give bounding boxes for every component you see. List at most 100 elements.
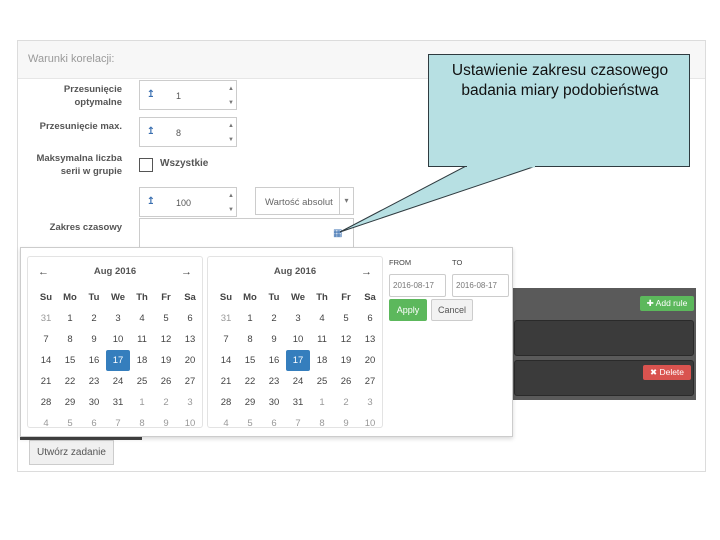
calendar-day[interactable]: 9: [334, 413, 358, 434]
calendar-day[interactable]: 21: [34, 371, 58, 392]
to-date-input[interactable]: 2016-08-17: [452, 274, 509, 297]
chevron-down-icon[interactable]: ▾: [339, 188, 353, 214]
calendar-day[interactable]: 9: [262, 329, 286, 350]
calendar-day[interactable]: 6: [178, 308, 202, 329]
calendar-day[interactable]: 3: [358, 392, 382, 413]
calendar-day[interactable]: 13: [178, 329, 202, 350]
calendar-day[interactable]: 5: [154, 308, 178, 329]
next-month-icon[interactable]: →: [361, 266, 372, 278]
arrow-up-icon[interactable]: ↥: [144, 89, 158, 100]
calendar-day[interactable]: 31: [106, 392, 130, 413]
calendar-day[interactable]: 20: [178, 350, 202, 371]
calendar-day[interactable]: 1: [238, 308, 262, 329]
calendar-day[interactable]: 2: [334, 392, 358, 413]
spin-up-icon[interactable]: ▲: [228, 122, 234, 131]
calendar-day[interactable]: 3: [178, 392, 202, 413]
calendar-day[interactable]: 21: [214, 371, 238, 392]
calendar-day[interactable]: 10: [286, 329, 310, 350]
calendar-day[interactable]: 6: [358, 308, 382, 329]
calendar-day[interactable]: 1: [130, 392, 154, 413]
all-series-checkbox[interactable]: [139, 158, 153, 172]
calendar-day[interactable]: 4: [34, 413, 58, 434]
calendar-day[interactable]: 12: [154, 329, 178, 350]
calendar-day[interactable]: 29: [238, 392, 262, 413]
offset-optimal-input[interactable]: ↥ 1 ▲ ▼: [139, 80, 237, 110]
calendar-day[interactable]: 18: [130, 350, 154, 371]
delete-rule-button[interactable]: ✖ Delete: [643, 365, 691, 380]
calendar-day[interactable]: 25: [130, 371, 154, 392]
calendar-day[interactable]: 20: [358, 350, 382, 371]
calendar-day[interactable]: 11: [310, 329, 334, 350]
calendar-day[interactable]: 26: [334, 371, 358, 392]
calendar-day[interactable]: 27: [178, 371, 202, 392]
calendar-day[interactable]: 22: [238, 371, 262, 392]
calendar-day[interactable]: 31: [34, 308, 58, 329]
value-type-select[interactable]: Wartość absolut ▾: [255, 187, 354, 215]
calendar-day[interactable]: 2: [82, 308, 106, 329]
calendar-day[interactable]: 4: [130, 308, 154, 329]
calendar-day[interactable]: 6: [262, 413, 286, 434]
calendar-day[interactable]: 3: [106, 308, 130, 329]
calendar-day[interactable]: 23: [262, 371, 286, 392]
date-range-input[interactable]: [139, 218, 354, 248]
calendar-day[interactable]: 10: [358, 413, 382, 434]
calendar-day[interactable]: 15: [58, 350, 82, 371]
calendar-day[interactable]: 7: [34, 329, 58, 350]
calendar-day[interactable]: 9: [154, 413, 178, 434]
calendar-day[interactable]: 3: [286, 308, 310, 329]
calendar-day[interactable]: 1: [310, 392, 334, 413]
spin-down-icon[interactable]: ▼: [228, 206, 234, 215]
calendar-day[interactable]: 8: [238, 329, 262, 350]
calendar-day[interactable]: 17: [286, 350, 310, 371]
calendar-day[interactable]: 14: [214, 350, 238, 371]
offset-max-input[interactable]: ↥ 8 ▲ ▼: [139, 117, 237, 147]
spin-up-icon[interactable]: ▲: [228, 85, 234, 94]
calendar-day[interactable]: 4: [310, 308, 334, 329]
create-task-button[interactable]: Utwórz zadanie: [29, 440, 114, 465]
calendar-day[interactable]: 19: [154, 350, 178, 371]
calendar-day[interactable]: 25: [310, 371, 334, 392]
calendar-day[interactable]: 30: [262, 392, 286, 413]
calendar-day[interactable]: 28: [214, 392, 238, 413]
calendar-day[interactable]: 2: [262, 308, 286, 329]
series-count-input[interactable]: ↥ 100 ▲ ▼: [139, 187, 237, 217]
calendar-day[interactable]: 19: [334, 350, 358, 371]
calendar-day[interactable]: 26: [154, 371, 178, 392]
calendar-day[interactable]: 16: [262, 350, 286, 371]
calendar-day[interactable]: 24: [286, 371, 310, 392]
calendar-day[interactable]: 18: [310, 350, 334, 371]
calendar-day[interactable]: 27: [358, 371, 382, 392]
calendar-icon[interactable]: ▦: [333, 228, 342, 239]
calendar-day[interactable]: 9: [82, 329, 106, 350]
calendar-day[interactable]: 5: [238, 413, 262, 434]
calendar-day[interactable]: 31: [214, 308, 238, 329]
calendar-day[interactable]: 11: [130, 329, 154, 350]
calendar-day[interactable]: 29: [58, 392, 82, 413]
calendar-day[interactable]: 6: [82, 413, 106, 434]
calendar-day[interactable]: 4: [214, 413, 238, 434]
calendar-day[interactable]: 13: [358, 329, 382, 350]
from-date-input[interactable]: 2016-08-17: [389, 274, 446, 297]
calendar-day[interactable]: 15: [238, 350, 262, 371]
spin-down-icon[interactable]: ▼: [228, 136, 234, 145]
cancel-button[interactable]: Cancel: [431, 299, 473, 321]
calendar-day[interactable]: 10: [178, 413, 202, 434]
calendar-day[interactable]: 7: [214, 329, 238, 350]
calendar-day[interactable]: 17: [106, 350, 130, 371]
calendar-day[interactable]: 7: [286, 413, 310, 434]
calendar-day[interactable]: 31: [286, 392, 310, 413]
arrow-up-icon[interactable]: ↥: [144, 126, 158, 137]
arrow-up-icon[interactable]: ↥: [144, 196, 158, 207]
calendar-day[interactable]: 14: [34, 350, 58, 371]
calendar-day[interactable]: 12: [334, 329, 358, 350]
calendar-day[interactable]: 1: [58, 308, 82, 329]
next-month-icon[interactable]: →: [181, 266, 192, 278]
calendar-day[interactable]: 7: [106, 413, 130, 434]
spin-down-icon[interactable]: ▼: [228, 99, 234, 108]
add-rule-button[interactable]: ✚ Add rule: [640, 296, 694, 311]
calendar-day[interactable]: 5: [334, 308, 358, 329]
calendar-day[interactable]: 5: [58, 413, 82, 434]
calendar-day[interactable]: 23: [82, 371, 106, 392]
calendar-day[interactable]: 8: [58, 329, 82, 350]
calendar-day[interactable]: 16: [82, 350, 106, 371]
